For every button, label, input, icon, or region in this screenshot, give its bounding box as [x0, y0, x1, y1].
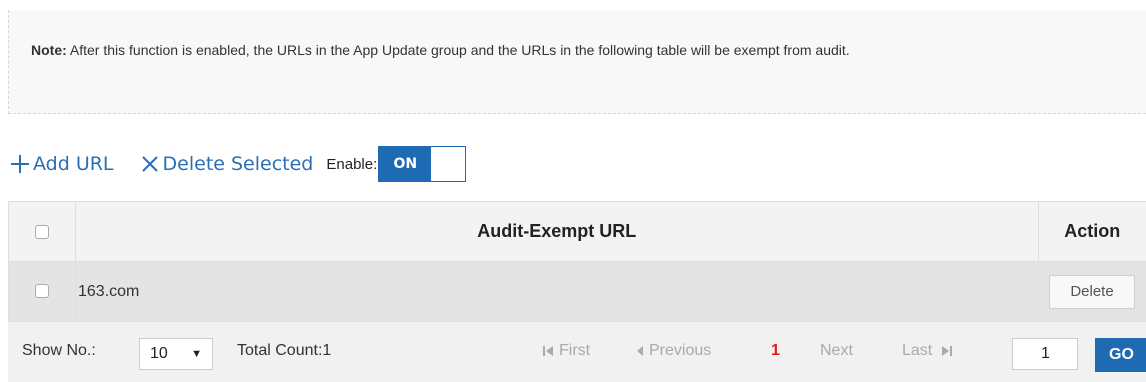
- row-delete-button[interactable]: Delete: [1049, 274, 1135, 309]
- total-count: Total Count:1: [237, 342, 332, 359]
- select-all-checkbox[interactable]: [35, 225, 49, 240]
- table-row: 163.com Delete: [8, 261, 1146, 322]
- page-size-select[interactable]: 10 ▼: [139, 338, 213, 370]
- page-size-value: 10: [150, 345, 168, 362]
- delete-selected-label: Delete Selected: [162, 153, 314, 175]
- first-page-label: First: [559, 342, 591, 359]
- row-checkbox[interactable]: [35, 284, 49, 299]
- go-button[interactable]: GO: [1095, 338, 1146, 372]
- caret-down-icon: ▼: [191, 348, 202, 360]
- add-url-label: Add URL: [33, 153, 114, 175]
- previous-page-label: Previous: [649, 342, 712, 359]
- previous-page-icon: [637, 346, 643, 356]
- toolbar: Add URL Delete Selected Enable: ON: [10, 146, 467, 182]
- toggle-state: ON: [379, 147, 432, 181]
- plus-icon: [11, 155, 29, 173]
- delete-selected-button[interactable]: Delete Selected: [140, 153, 314, 175]
- url-table: Audit-Exempt URL Action 163.com Delete: [8, 201, 1146, 322]
- column-header-url: Audit-Exempt URL: [75, 201, 1039, 262]
- close-icon: [141, 156, 158, 172]
- note-body: After this function is enabled, the URLs…: [66, 42, 850, 58]
- select-all-cell: [8, 201, 76, 262]
- row-select-cell: [8, 261, 76, 322]
- note-box: Note: After this function is enabled, th…: [8, 10, 1146, 114]
- last-page-label: Last: [902, 342, 933, 359]
- first-page-button[interactable]: First: [541, 342, 590, 360]
- last-page-button[interactable]: Last: [902, 342, 954, 360]
- show-no-label: Show No.:: [22, 342, 96, 359]
- action-cell: Delete: [1038, 261, 1146, 322]
- last-page-icon: [942, 346, 953, 356]
- page-number-input[interactable]: [1012, 338, 1078, 370]
- next-page-button[interactable]: Next: [820, 342, 853, 360]
- pagination-bar: Show No.: 10 ▼ Total Count:1 First Previ…: [8, 322, 1146, 382]
- column-header-action: Action: [1037, 201, 1146, 262]
- previous-page-button[interactable]: Previous: [635, 342, 711, 360]
- add-url-button[interactable]: Add URL: [10, 153, 114, 175]
- note-label: Note:: [31, 42, 67, 58]
- table-header-row: Audit-Exempt URL Action: [8, 201, 1146, 262]
- enable-label: Enable:: [326, 155, 378, 173]
- note-text: Note: After this function is enabled, th…: [31, 32, 1141, 68]
- first-page-icon: [543, 346, 553, 356]
- url-cell: 163.com: [75, 261, 1038, 322]
- enable-toggle[interactable]: ON: [378, 146, 467, 182]
- current-page-number[interactable]: 1: [771, 342, 780, 360]
